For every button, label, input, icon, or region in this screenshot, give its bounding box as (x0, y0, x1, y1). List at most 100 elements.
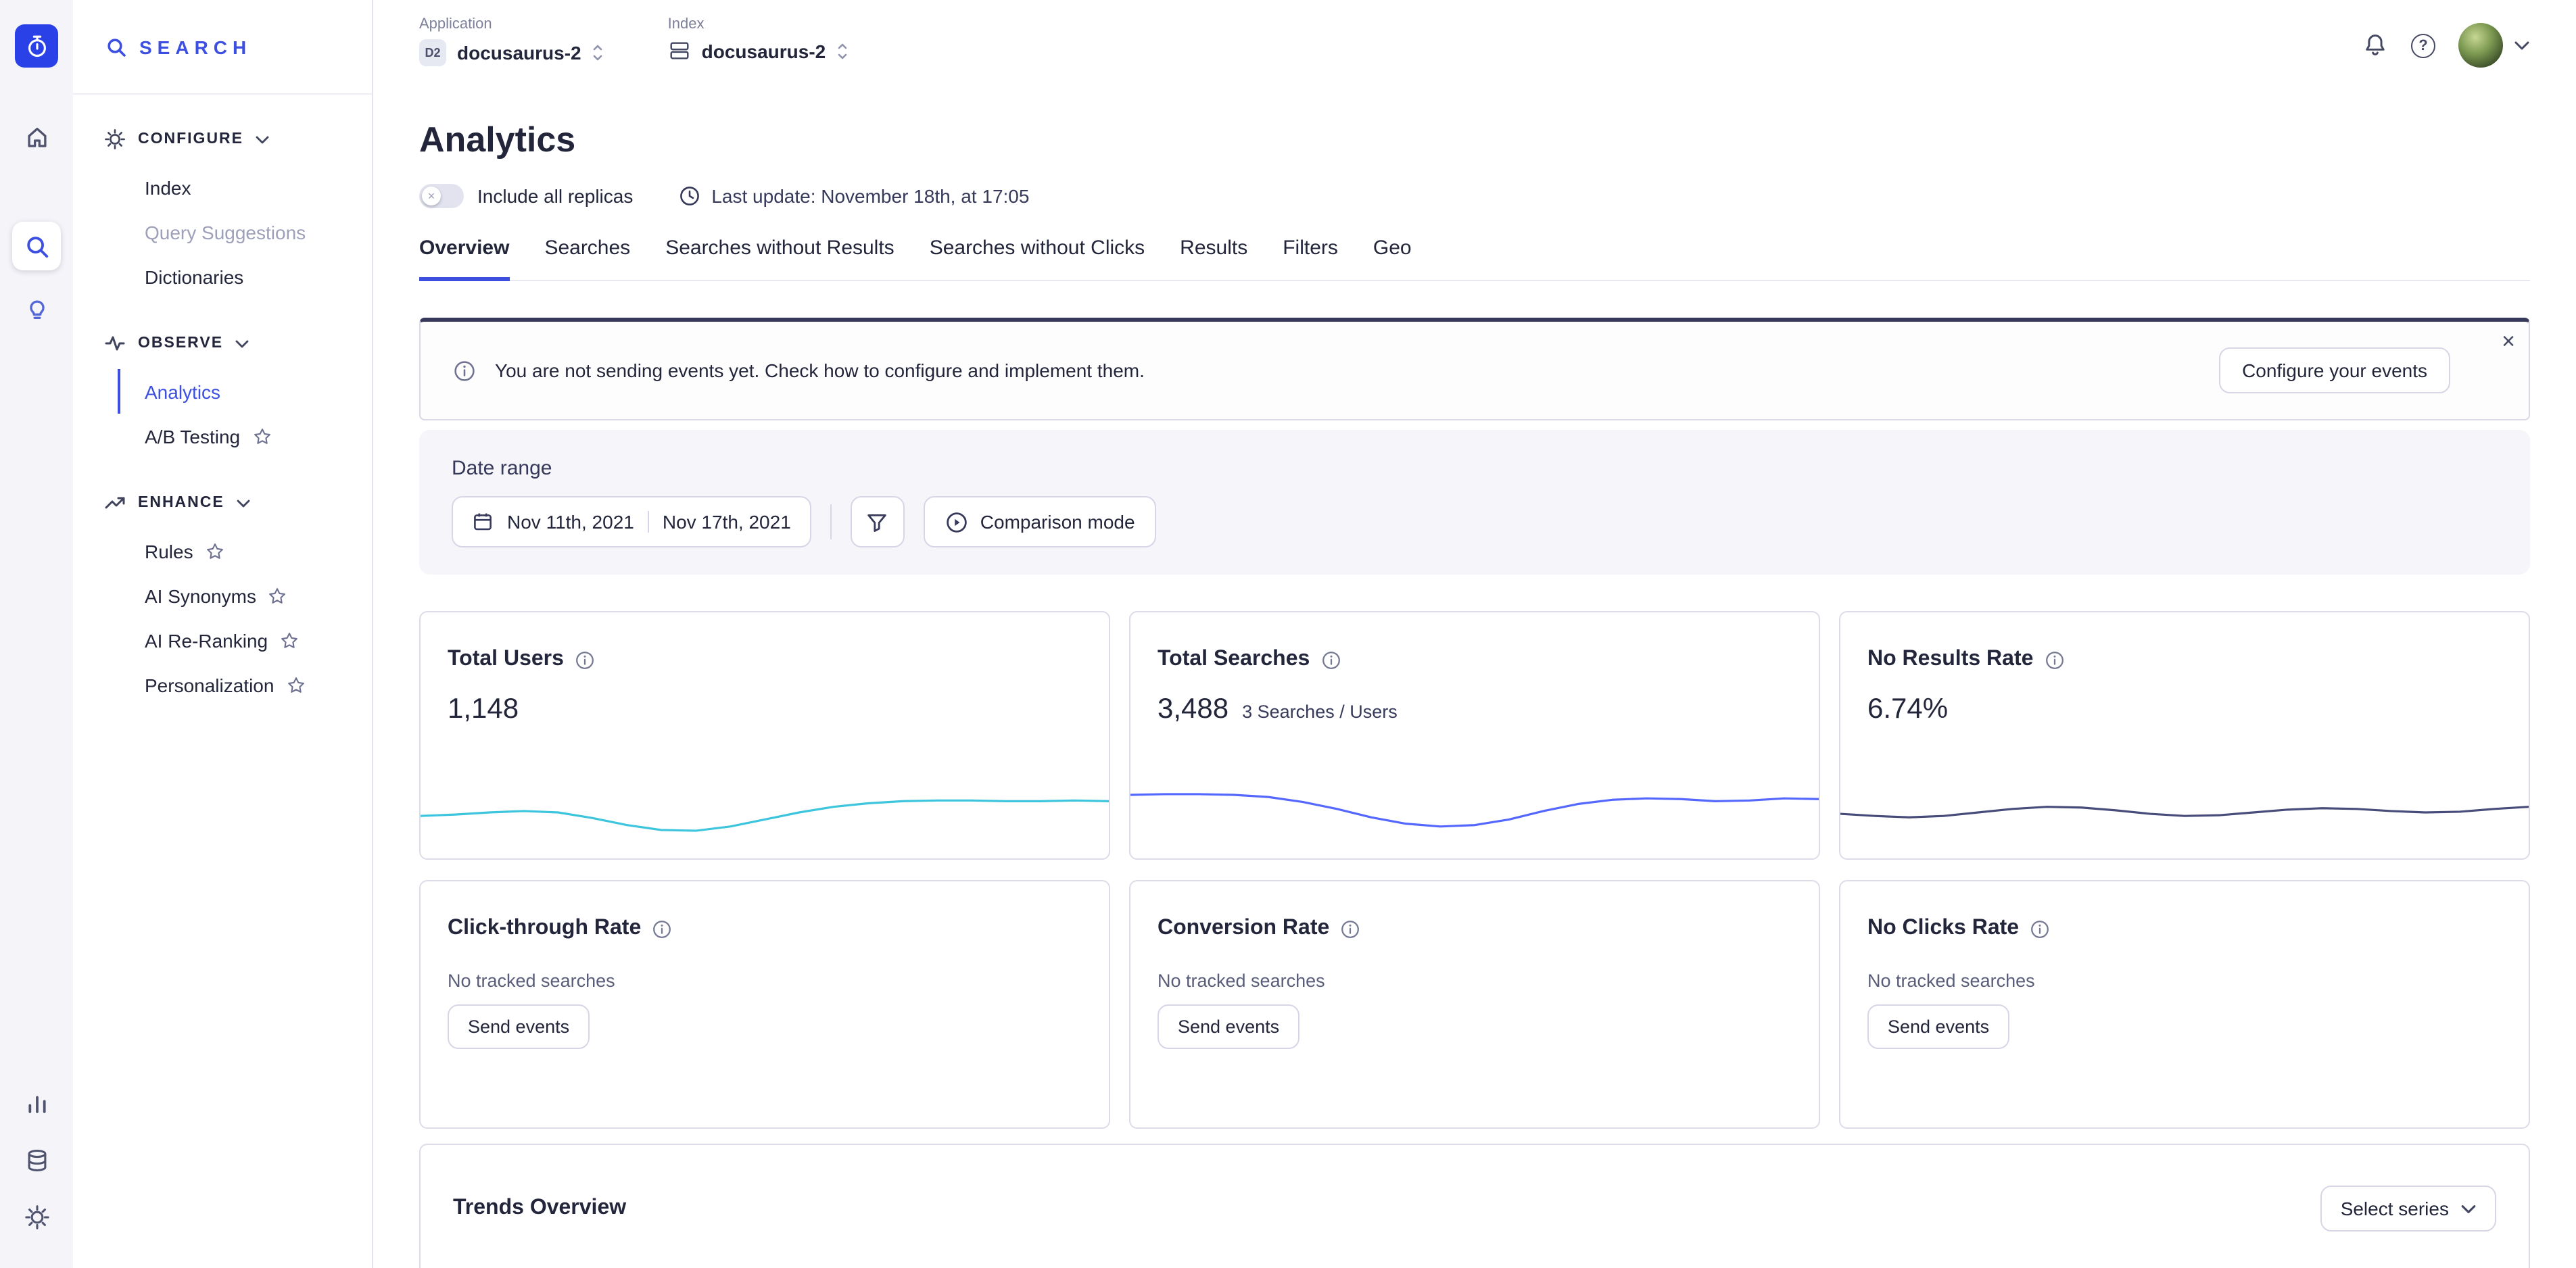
chevron-down-icon (237, 498, 250, 508)
send-events-button[interactable]: Send events (448, 1004, 590, 1049)
date-range-picker[interactable]: Nov 11th, 2021 Nov 17th, 2021 (452, 496, 811, 547)
sidebar-item-rules[interactable]: Rules (118, 529, 372, 573)
index-select[interactable]: docusaurus-2 (668, 39, 848, 62)
info-icon[interactable] (575, 650, 595, 670)
application-select[interactable]: D2 docusaurus-2 (419, 39, 603, 66)
notifications-button[interactable] (2362, 32, 2388, 58)
info-icon[interactable] (1340, 919, 1360, 939)
sidebar-item-label: Rules (145, 540, 193, 562)
card-title: Conversion Rate (1158, 917, 1329, 941)
nav-section-observe-header[interactable]: OBSERVE (104, 331, 372, 356)
page-title: Analytics (419, 119, 2530, 161)
page-meta-row: × Include all replicas Last update: Nove… (419, 184, 2530, 208)
home-button[interactable] (12, 112, 61, 161)
nav-items: Index Query Suggestions Dictionaries (118, 165, 372, 299)
include-replicas-toggle[interactable]: × (419, 184, 464, 208)
pulse-icon (104, 333, 126, 354)
sidebar-item-ai-synonyms[interactable]: AI Synonyms (118, 573, 372, 618)
usage-stats-button[interactable] (12, 1079, 61, 1127)
info-icon[interactable] (2044, 650, 2064, 670)
card-header: Conversion Rate (1158, 917, 1792, 941)
database-icon (24, 1147, 49, 1173)
card-header: No Results Rate (1867, 648, 2502, 672)
nav-section-observe: OBSERVE Analytics A/B Testing (104, 331, 372, 458)
empty-state-text: No tracked searches (1867, 971, 2502, 991)
toggle-knob: × (422, 187, 441, 205)
sidebar-item-ab-testing[interactable]: A/B Testing (118, 414, 372, 458)
sidebar-item-dictionaries[interactable]: Dictionaries (118, 254, 372, 299)
empty-state-text: No tracked searches (1158, 971, 1792, 991)
tab-searches[interactable]: Searches (544, 237, 630, 280)
info-icon (453, 359, 476, 382)
last-update: Last update: November 18th, at 17:05 (679, 185, 1029, 207)
sidebar-item-label: Dictionaries (145, 266, 243, 287)
card-title: No Results Rate (1867, 648, 2033, 672)
algolia-logo-icon (24, 33, 49, 59)
card-header: Click-through Rate (448, 917, 1082, 941)
index-selector: Index docusaurus-2 (668, 16, 848, 62)
funnel-icon (866, 510, 889, 533)
trends-overview-card: Trends Overview Select series (419, 1144, 2530, 1268)
info-icon[interactable] (2030, 919, 2050, 939)
tab-searches-without-results[interactable]: Searches without Results (665, 237, 895, 280)
sidebar-item-query-suggestions[interactable]: Query Suggestions (118, 210, 372, 254)
topbar: Application D2 docusaurus-2 Index docusa… (419, 0, 2530, 68)
nav-section-enhance-header[interactable]: ENHANCE (104, 491, 372, 515)
nav-section-label: CONFIGURE (138, 131, 243, 147)
tab-results[interactable]: Results (1180, 237, 1247, 280)
tab-searches-without-clicks[interactable]: Searches without Clicks (930, 237, 1145, 280)
total-searches-value: 3,488 (1158, 693, 1229, 726)
last-update-text: Last update: November 18th, at 17:05 (711, 185, 1029, 207)
help-button[interactable]: ? (2411, 33, 2435, 57)
send-events-button[interactable]: Send events (1158, 1004, 1299, 1049)
home-icon (24, 124, 49, 149)
close-icon[interactable]: × (2502, 330, 2515, 353)
select-series-button[interactable]: Select series (2320, 1186, 2496, 1232)
sidebar-item-ai-re-ranking[interactable]: AI Re-Ranking (118, 618, 372, 662)
total-users-value: 1,148 (448, 693, 519, 726)
card-title: Total Users (448, 648, 564, 672)
avatar (2458, 23, 2503, 68)
filter-button[interactable] (851, 496, 905, 547)
tab-filters[interactable]: Filters (1283, 237, 1338, 280)
algolia-logo[interactable] (15, 24, 58, 68)
sidebar-item-analytics[interactable]: Analytics (118, 369, 372, 414)
date-range-panel: Date range Nov 11th, 2021 Nov 17th, 2021… (419, 430, 2530, 575)
total-users-sparkline (421, 777, 1109, 848)
empty-state-text: No tracked searches (448, 971, 1082, 991)
analytics-tabs: Overview Searches Searches without Resul… (419, 237, 2530, 281)
date-range-end: Nov 17th, 2021 (663, 511, 791, 533)
main-content: Application D2 docusaurus-2 Index docusa… (373, 0, 2576, 1268)
search-product-button[interactable] (12, 222, 61, 270)
data-sources-button[interactable] (12, 1136, 61, 1184)
trends-title: Trends Overview (453, 1196, 626, 1221)
date-range-controls: Nov 11th, 2021 Nov 17th, 2021 Comparison… (452, 496, 2498, 547)
sidebar: SEARCH CONFIGURE Index Query Suggestions… (73, 0, 373, 1268)
nav-section-label: ENHANCE (138, 495, 224, 511)
product-rail (0, 0, 73, 1268)
account-menu[interactable] (2458, 23, 2530, 68)
events-banner: You are not sending events yet. Check ho… (419, 318, 2530, 420)
no-results-rate-card: No Results Rate 6.74% (1839, 611, 2530, 860)
tab-geo[interactable]: Geo (1373, 237, 1412, 280)
search-brand[interactable]: SEARCH (73, 0, 372, 95)
configure-events-button[interactable]: Configure your events (2219, 347, 2450, 393)
info-icon[interactable] (1320, 650, 1341, 670)
bell-icon (2362, 32, 2388, 58)
chevron-down-icon (235, 339, 249, 348)
recommend-product-button[interactable] (12, 284, 61, 333)
send-events-button[interactable]: Send events (1867, 1004, 2009, 1049)
date-range-start: Nov 11th, 2021 (507, 511, 634, 533)
chevron-down-icon (2514, 40, 2530, 51)
include-replicas-label: Include all replicas (477, 185, 633, 207)
info-icon[interactable] (652, 919, 672, 939)
sidebar-item-personalization[interactable]: Personalization (118, 662, 372, 707)
tab-overview[interactable]: Overview (419, 237, 509, 281)
conversion-rate-card: Conversion Rate No tracked searches Send… (1129, 880, 1820, 1129)
card-title: Total Searches (1158, 648, 1310, 672)
nav-section-configure-header[interactable]: CONFIGURE (104, 127, 372, 151)
star-icon (286, 675, 305, 694)
sidebar-item-index[interactable]: Index (118, 165, 372, 210)
settings-button[interactable] (12, 1192, 61, 1241)
comparison-mode-button[interactable]: Comparison mode (924, 496, 1157, 547)
